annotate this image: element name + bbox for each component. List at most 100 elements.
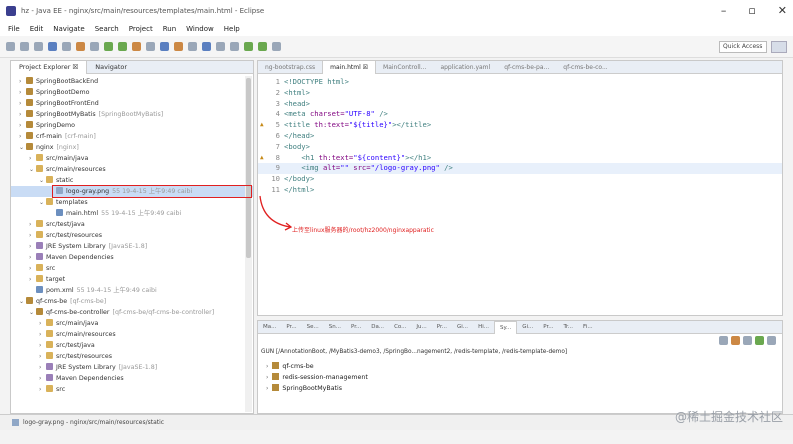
tree-item[interactable]: › src/main/java [11,318,253,329]
warning-marker-icon[interactable]: ▲ [260,120,264,131]
save-icon[interactable] [20,42,29,51]
menu-search[interactable]: Search [95,25,119,33]
bottom-tab[interactable]: Gi... [452,324,473,330]
tree-item[interactable]: › JRE System Library [JavaSE-1.8] [11,241,253,252]
new-class-icon[interactable] [160,42,169,51]
new-icon[interactable] [6,42,15,51]
editor-tab[interactable]: application.yaml [433,61,497,74]
code-editor[interactable]: ng-bootstrap.css main.html ☒ MainControl… [257,60,783,316]
list-item[interactable]: › SpringBootMyBatis [266,383,368,394]
bottom-tab[interactable]: Sy... [493,320,518,334]
expanded-arrow-icon[interactable]: ⌄ [39,197,46,208]
tree-item[interactable]: › src/main/resources [11,329,253,340]
tree-item[interactable]: › src [11,384,253,395]
code-line[interactable]: 3 <head> [258,99,782,110]
maximize-button[interactable]: ▫ [748,4,755,17]
perspective-icon[interactable] [771,41,787,53]
collapsed-arrow-icon[interactable]: › [29,153,36,164]
list-item[interactable]: › redis-session-management [266,372,368,383]
expanded-arrow-icon[interactable]: ⌄ [19,296,26,307]
bottom-tab[interactable]: Pr... [281,324,301,330]
run-icon[interactable] [118,42,127,51]
search-icon[interactable] [90,42,99,51]
collapse-icon[interactable] [719,336,728,345]
collapsed-arrow-icon[interactable]: › [39,373,46,384]
collapsed-arrow-icon[interactable]: › [39,329,46,340]
collapsed-arrow-icon[interactable]: › [29,219,36,230]
menu-help[interactable]: Help [224,25,240,33]
code-area[interactable]: 1 <!DOCTYPE html> 2 <html> 3 <head> 4 <meta cha… [258,77,782,196]
refresh-icon[interactable] [731,336,740,345]
warning-marker-icon[interactable]: ▲ [260,153,264,164]
tree-item[interactable]: › src/test/resources [11,230,253,241]
tree-item[interactable]: › Maven Dependencies [11,252,253,263]
menu-navigate[interactable]: Navigate [53,25,84,33]
tree-item[interactable]: pom.xml 55 19-4-15 上午9:49 caibi [11,285,253,296]
expanded-arrow-icon[interactable]: ⌄ [39,175,46,186]
tree-item[interactable]: › SpringBootMyBatis [SpringBootMyBatis] [11,109,253,120]
debug-icon[interactable] [104,42,113,51]
editor-tab[interactable]: ng-bootstrap.css [258,61,322,74]
code-line[interactable]: 7 <body> [258,142,782,153]
tree-item[interactable]: ⌄ qf-cms-be-controller [qf-cms-be/qf-cms-b… [11,307,253,318]
editor-tab[interactable]: MainControll... [376,61,433,74]
tree-item[interactable]: › SpringDemo [11,120,253,131]
code-line[interactable]: ▲ 8 <h1 th:text="${content}"></h1> [258,153,782,164]
open-task-icon[interactable] [188,42,197,51]
tree-item[interactable]: › src/test/java [11,219,253,230]
code-line[interactable]: 4 <meta charset="UTF-8" /> [258,109,782,120]
collapsed-arrow-icon[interactable]: › [19,131,26,142]
bottom-tab[interactable]: Fi... [578,324,598,330]
bottom-tab[interactable]: Da... [366,324,389,330]
menu-icon[interactable] [767,336,776,345]
server-icon[interactable] [146,42,155,51]
tree-item[interactable]: › SpringBootFrontEnd [11,98,253,109]
bottom-tab[interactable]: Pr... [346,324,366,330]
tree-item[interactable]: › Maven Dependencies [11,373,253,384]
refresh-icon[interactable] [62,42,71,51]
code-line[interactable]: 6 </head> [258,131,782,142]
prev-annotation-icon[interactable] [230,42,239,51]
collapsed-arrow-icon[interactable]: › [19,98,26,109]
collapsed-arrow-icon[interactable]: › [19,109,26,120]
menu-window[interactable]: Window [186,25,214,33]
new-package-icon[interactable] [174,42,183,51]
bottom-tab[interactable]: Tr... [558,324,578,330]
code-line[interactable]: 9 <img alt="" src="/logo-gray.png" /> [258,163,782,175]
tree-item[interactable]: ⌄ src/main/resources [11,164,253,175]
bottom-tab[interactable]: Pr... [538,324,558,330]
close-button[interactable]: ✕ [778,4,787,17]
tree-item[interactable]: ⌄ qf-cms-be [qf-cms-be] [11,296,253,307]
tab-project-explorer[interactable]: Project Explorer ☒ [11,60,88,74]
collapsed-arrow-icon[interactable]: › [19,87,26,98]
tree-item[interactable]: › src [11,263,253,274]
minimize-button[interactable]: – [721,4,727,17]
menu-project[interactable]: Project [129,25,153,33]
print-icon[interactable] [34,42,43,51]
tree-item[interactable]: ⌄ templates [11,197,253,208]
collapsed-arrow-icon[interactable]: › [29,274,36,285]
tree-item[interactable]: › crf-main [crf-main] [11,131,253,142]
collapsed-arrow-icon[interactable]: › [19,120,26,131]
code-line[interactable]: 11 </html> [258,185,782,196]
bottom-tab[interactable]: Sn... [324,324,346,330]
open-type-icon[interactable] [76,42,85,51]
collapsed-arrow-icon[interactable]: › [29,252,36,263]
collapsed-arrow-icon[interactable]: › [29,230,36,241]
editor-tab-main-html[interactable]: main.html ☒ [322,60,377,74]
bottom-tab[interactable]: Hi... [473,324,494,330]
bottom-tab[interactable]: Se... [302,324,324,330]
tree-scrollbar[interactable] [245,76,252,412]
code-line[interactable]: 1 <!DOCTYPE html> [258,77,782,88]
tree-item[interactable]: › src/main/java [11,153,253,164]
menu-edit[interactable]: Edit [30,25,44,33]
tree-item[interactable]: › SpringBootDemo [11,87,253,98]
bottom-tab[interactable]: Ju... [411,324,431,330]
editor-tab[interactable]: qf-cms-be-pa... [497,61,556,74]
expanded-arrow-icon[interactable]: ⌄ [29,164,36,175]
back-icon[interactable] [244,42,253,51]
scrollbar-thumb[interactable] [246,78,251,258]
list-item[interactable]: › qf-cms-be [266,361,368,372]
collapsed-arrow-icon[interactable]: › [39,362,46,373]
quick-access-input[interactable]: Quick Access [719,41,767,53]
